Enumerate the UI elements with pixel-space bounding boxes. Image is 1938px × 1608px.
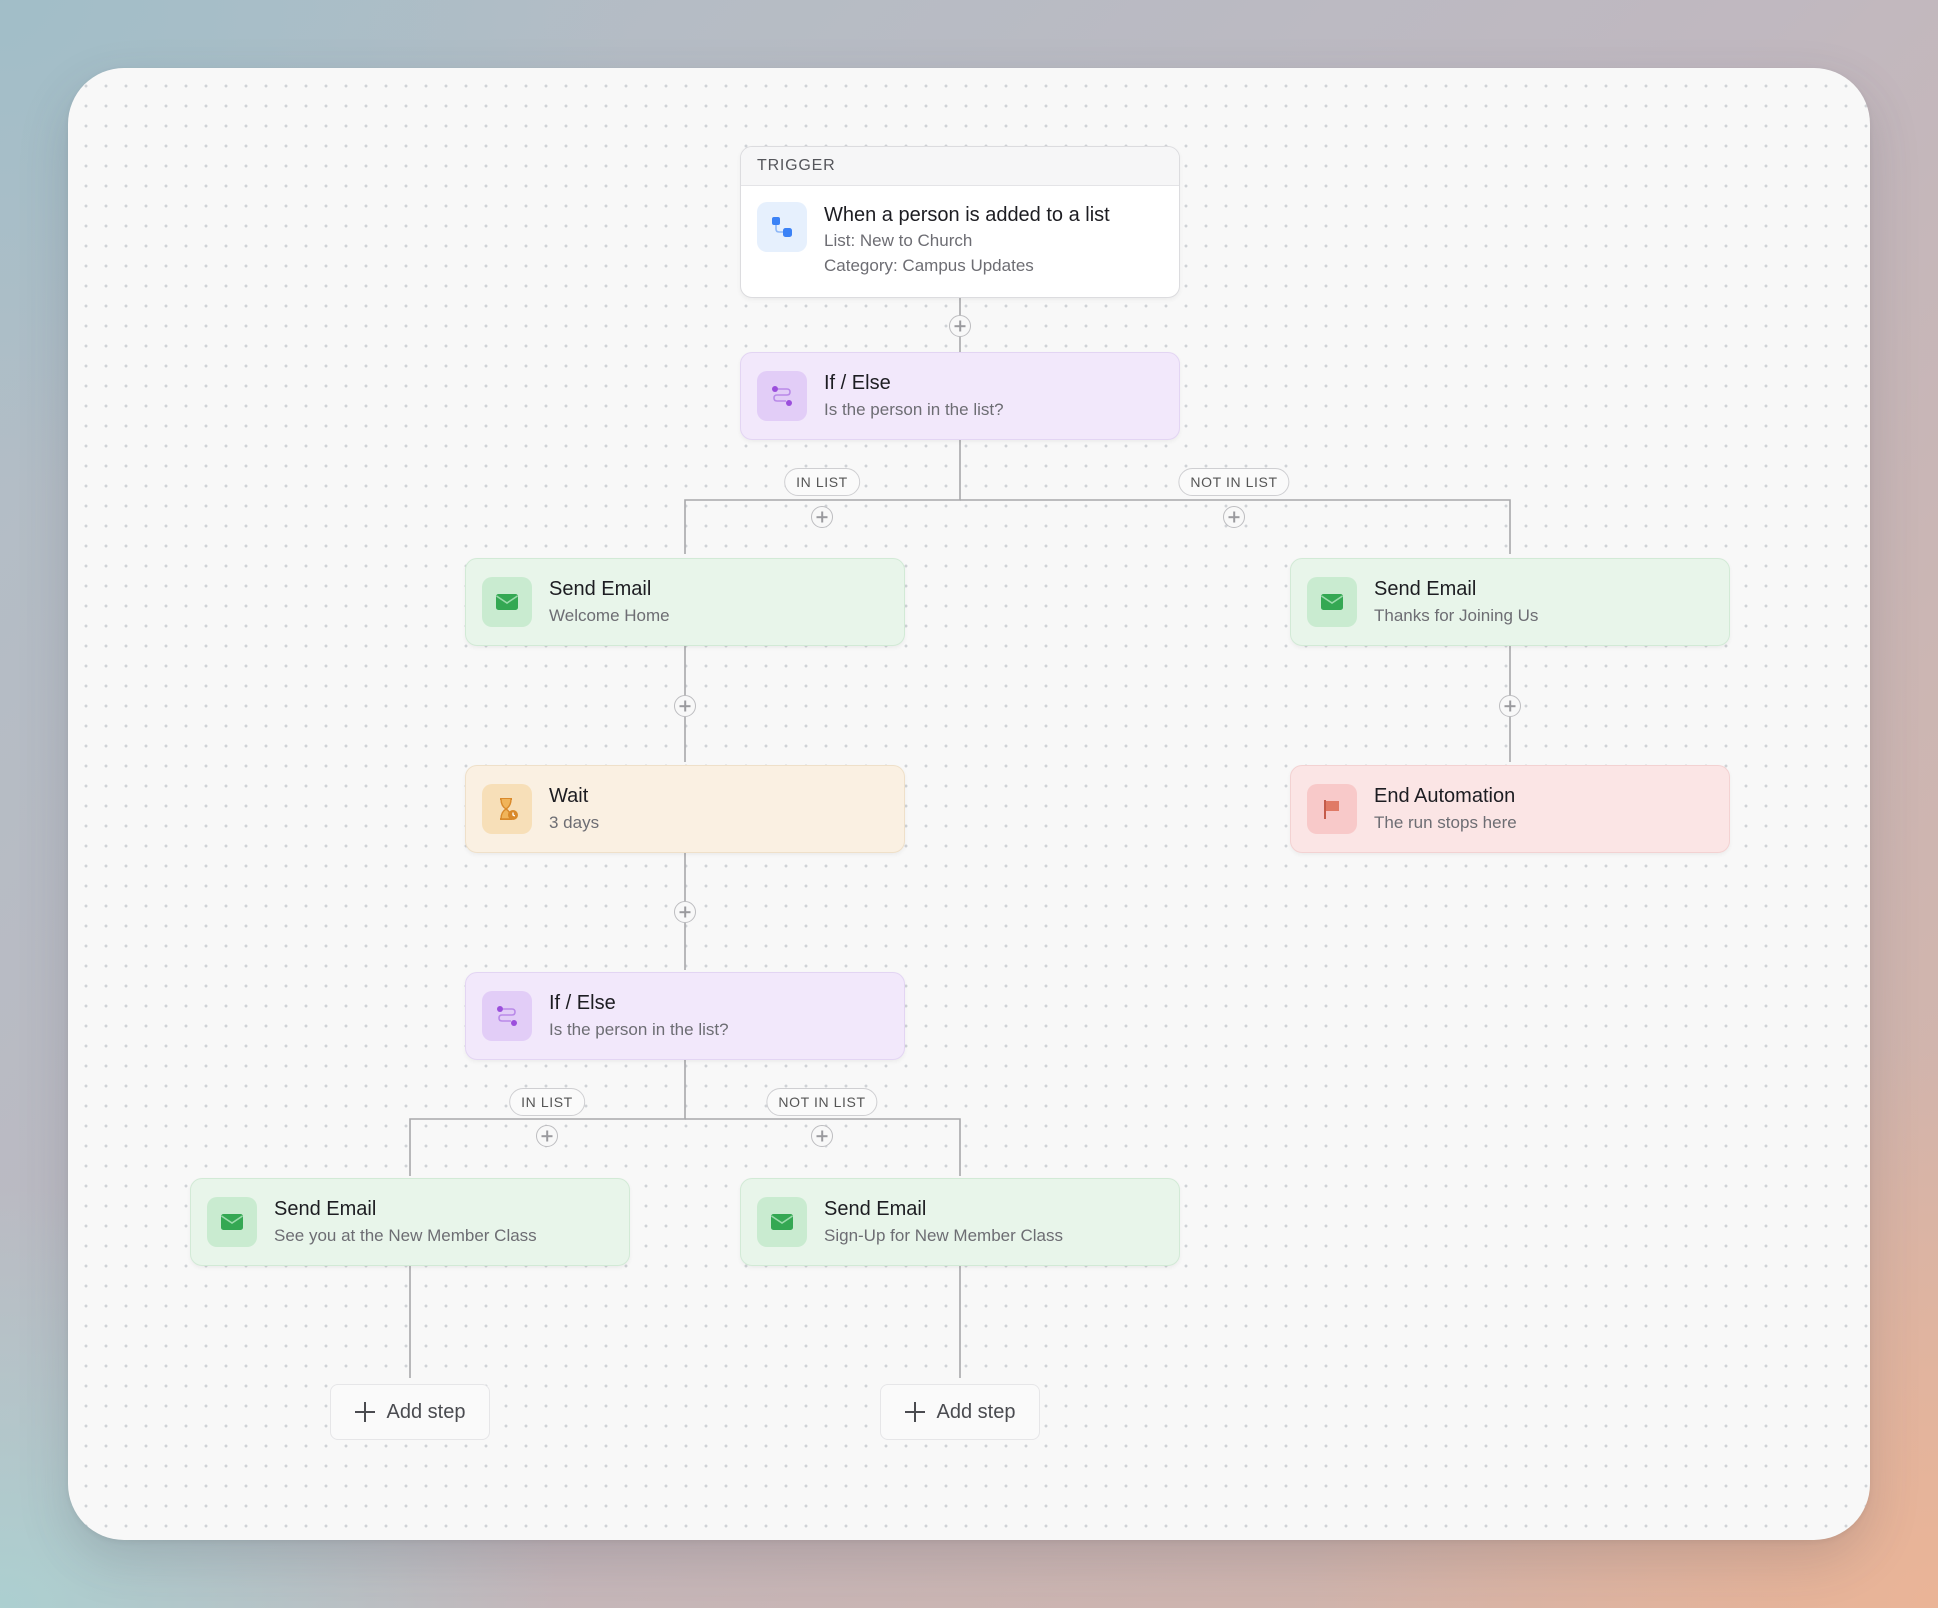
add-step-plus-button[interactable]: [1499, 695, 1521, 717]
ifelse-title: If / Else: [824, 372, 891, 394]
node-subtitle: See you at the New Member Class: [274, 1226, 537, 1245]
node-title: Wait: [549, 785, 589, 807]
trigger-category: Category: Campus Updates: [824, 256, 1034, 275]
envelope-icon: [757, 1197, 807, 1247]
ifelse-subtitle: Is the person in the list?: [824, 400, 1004, 419]
node-subtitle: 3 days: [549, 813, 600, 832]
automation-canvas[interactable]: TRIGGER When a person is added to a list…: [68, 68, 1870, 1540]
add-step-plus-button[interactable]: [811, 506, 833, 528]
envelope-icon: [1307, 577, 1357, 627]
wait-node[interactable]: Wait 3 days: [465, 765, 905, 853]
node-subtitle: The run stops here: [1374, 813, 1517, 832]
envelope-icon: [207, 1197, 257, 1247]
node-subtitle: Thanks for Joining Us: [1374, 606, 1539, 625]
branch-icon: [482, 991, 532, 1041]
node-title: End Automation: [1374, 785, 1516, 807]
end-automation-node[interactable]: End Automation The run stops here: [1290, 765, 1730, 853]
add-step-button[interactable]: Add step: [880, 1384, 1040, 1440]
node-subtitle: Welcome Home: [549, 606, 670, 625]
envelope-icon: [482, 577, 532, 627]
add-step-plus-button[interactable]: [536, 1125, 558, 1147]
list-trigger-icon: [757, 202, 807, 252]
ifelse-subtitle: Is the person in the list?: [549, 1020, 729, 1039]
node-title: Send Email: [1374, 578, 1477, 600]
node-subtitle: Sign-Up for New Member Class: [824, 1226, 1064, 1245]
add-step-plus-button[interactable]: [674, 901, 696, 923]
node-title: Send Email: [549, 578, 652, 600]
trigger-header: TRIGGER: [741, 147, 1179, 186]
send-email-node-see-you[interactable]: Send Email See you at the New Member Cla…: [190, 1178, 630, 1266]
add-step-plus-button[interactable]: [1223, 506, 1245, 528]
add-step-label: Add step: [386, 1400, 466, 1423]
add-step-plus-button[interactable]: [811, 1125, 833, 1147]
ifelse-node-2[interactable]: If / Else Is the person in the list?: [465, 972, 905, 1060]
send-email-node-thanks[interactable]: Send Email Thanks for Joining Us: [1290, 558, 1730, 646]
plus-icon: [905, 1402, 925, 1422]
node-title: Send Email: [824, 1198, 927, 1220]
add-step-label: Add step: [936, 1400, 1016, 1423]
send-email-node-welcome[interactable]: Send Email Welcome Home: [465, 558, 905, 646]
branch-label-not-in-list: NOT IN LIST: [766, 1088, 878, 1116]
branch-label-in-list: IN LIST: [784, 468, 860, 496]
trigger-title: When a person is added to a list: [824, 204, 1110, 226]
add-step-plus-button[interactable]: [949, 315, 971, 337]
trigger-list: List: New to Church: [824, 231, 973, 250]
plus-icon: [355, 1402, 375, 1422]
send-email-node-signup[interactable]: Send Email Sign-Up for New Member Class: [740, 1178, 1180, 1266]
add-step-plus-button[interactable]: [674, 695, 696, 717]
ifelse-title: If / Else: [549, 992, 616, 1014]
branch-icon: [757, 371, 807, 421]
ifelse-node-1[interactable]: If / Else Is the person in the list?: [740, 352, 1180, 440]
trigger-card[interactable]: TRIGGER When a person is added to a list…: [740, 146, 1180, 298]
branch-label-in-list: IN LIST: [509, 1088, 585, 1116]
node-title: Send Email: [274, 1198, 377, 1220]
hourglass-icon: [482, 784, 532, 834]
flag-icon: [1307, 784, 1357, 834]
branch-label-not-in-list: NOT IN LIST: [1178, 468, 1290, 496]
add-step-button[interactable]: Add step: [330, 1384, 490, 1440]
